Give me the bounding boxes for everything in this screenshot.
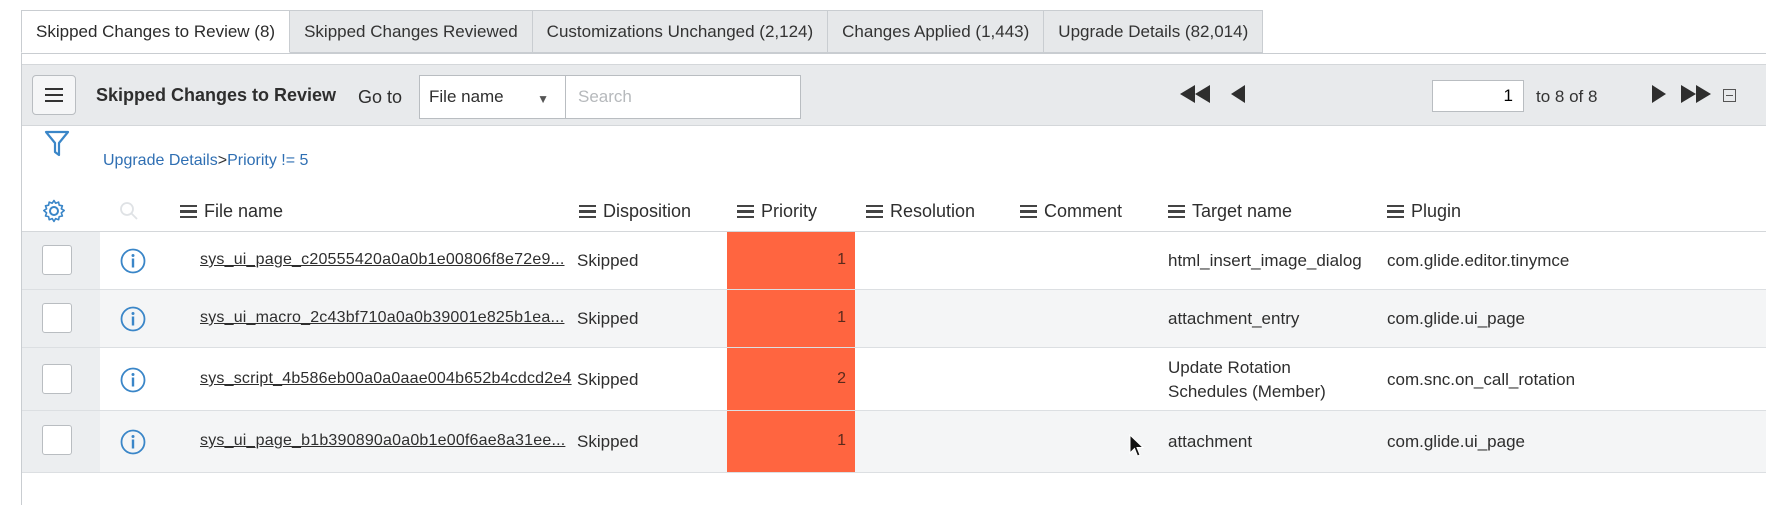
breadcrumb-upgrade-details[interactable]: Upgrade Details xyxy=(103,152,218,169)
disposition-cell: Skipped xyxy=(577,251,639,270)
table-row[interactable]: sys_ui_page_b1b390890a0a0b1e00f6ae8a31ee… xyxy=(22,411,1766,473)
gear-icon[interactable] xyxy=(42,199,66,223)
column-label: Comment xyxy=(1044,201,1123,221)
column-header-priority[interactable]: Priority xyxy=(737,201,817,222)
file-name-link[interactable]: sys_ui_macro_2c43bf710a0a0b39001e825b1ea… xyxy=(200,309,564,327)
tab-upgrade-details[interactable]: Upgrade Details (82,014) xyxy=(1044,10,1264,53)
column-header-plugin[interactable]: Plugin xyxy=(1387,201,1461,222)
priority-cell: 2 xyxy=(727,348,855,410)
column-header-resolution[interactable]: Resolution xyxy=(866,201,975,222)
row-checkbox[interactable] xyxy=(42,425,72,455)
goto-field-select[interactable]: File name ▼ xyxy=(419,75,566,119)
info-icon[interactable] xyxy=(120,367,146,393)
priority-cell: 1 xyxy=(727,290,855,347)
tab-changes-applied[interactable]: Changes Applied (1,443) xyxy=(828,10,1045,53)
file-name-link[interactable]: sys_ui_page_b1b390890a0a0b1e00f6ae8a31ee… xyxy=(200,432,565,450)
info-icon[interactable] xyxy=(120,306,146,332)
priority-cell: 1 xyxy=(727,411,855,472)
column-header-file-name[interactable]: File name xyxy=(180,201,283,222)
column-label: Plugin xyxy=(1411,201,1462,221)
target-name-line: attachment_entry xyxy=(1168,309,1300,328)
tab-skipped-changes-to-review[interactable]: Skipped Changes to Review (8) xyxy=(21,10,291,53)
priority-cell: 1 xyxy=(727,232,855,289)
list-title: Skipped Changes to Review xyxy=(96,85,337,105)
column-menu-icon[interactable] xyxy=(1387,204,1404,219)
column-label: Resolution xyxy=(890,201,976,221)
target-name-line: html_insert_image_dialog xyxy=(1168,251,1362,270)
collapse-icon[interactable] xyxy=(1723,89,1736,102)
column-menu-icon[interactable] xyxy=(579,204,596,219)
cursor-icon xyxy=(1129,434,1145,457)
disposition-cell: Skipped xyxy=(577,432,639,451)
target-name-line: Schedules (Member) xyxy=(1168,382,1326,401)
search-icon[interactable] xyxy=(119,201,139,221)
tab-bar: Skipped Changes to Review (8) Skipped Ch… xyxy=(21,10,1264,53)
column-label: Priority xyxy=(761,201,818,221)
list-panel: Skipped Changes to Review Go to File nam… xyxy=(21,53,1766,505)
target-name-line: Update Rotation xyxy=(1168,358,1291,377)
column-header-disposition[interactable]: Disposition xyxy=(579,201,691,222)
prev-page-icon[interactable] xyxy=(1230,85,1246,103)
plugin-cell: com.glide.editor.tinymce xyxy=(1387,251,1570,270)
menu-icon[interactable] xyxy=(32,75,76,115)
column-menu-icon[interactable] xyxy=(1168,204,1185,219)
disposition-cell: Skipped xyxy=(577,309,639,328)
column-header-target-name[interactable]: Target name xyxy=(1168,201,1292,222)
file-name-link[interactable]: sys_ui_page_c20555420a0a0b1e00806f8e72e9… xyxy=(200,251,564,269)
row-checkbox[interactable] xyxy=(42,364,72,394)
caret-down-icon: ▼ xyxy=(537,92,549,106)
filter-icon[interactable] xyxy=(44,129,70,159)
breadcrumb-priority-filter[interactable]: Priority != 5 xyxy=(227,152,308,169)
table-row[interactable]: sys_script_4b586eb00a0a0aae004b652b4cdcd… xyxy=(22,348,1766,411)
info-icon[interactable] xyxy=(120,429,146,455)
column-label: Target name xyxy=(1192,201,1293,221)
page-number-input[interactable] xyxy=(1432,80,1524,112)
column-menu-icon[interactable] xyxy=(866,204,883,219)
table-row[interactable]: sys_ui_macro_2c43bf710a0a0b39001e825b1ea… xyxy=(22,290,1766,348)
target-name-cell: html_insert_image_dialog xyxy=(1168,249,1362,273)
goto-label: Go to xyxy=(358,87,403,107)
target-name-line: attachment xyxy=(1168,432,1253,451)
row-checkbox[interactable] xyxy=(42,245,72,275)
search-input[interactable] xyxy=(565,75,801,119)
tab-customizations-unchanged[interactable]: Customizations Unchanged (2,124) xyxy=(532,10,829,53)
column-label: Disposition xyxy=(603,201,692,221)
disposition-cell: Skipped xyxy=(577,370,639,389)
page-range-text: to 8 of 8 xyxy=(1536,87,1598,106)
target-name-cell: Update Rotation Schedules (Member) xyxy=(1168,356,1326,404)
list-toolbar: Skipped Changes to Review Go to File nam… xyxy=(22,64,1766,126)
column-menu-icon[interactable] xyxy=(1020,204,1037,219)
next-page-icon[interactable] xyxy=(1651,85,1667,103)
target-name-cell: attachment xyxy=(1168,430,1252,454)
file-name-link[interactable]: sys_script_4b586eb00a0a0aae004b652b4cdcd… xyxy=(200,370,572,388)
table-row[interactable]: sys_ui_page_c20555420a0a0b1e00806f8e72e9… xyxy=(22,232,1766,290)
table-header: File name Disposition Priority Resolutio… xyxy=(22,190,1766,232)
plugin-cell: com.glide.ui_page xyxy=(1387,432,1525,451)
column-label: File name xyxy=(204,201,284,221)
info-icon[interactable] xyxy=(120,248,146,274)
row-checkbox[interactable] xyxy=(42,303,72,333)
breadcrumb: Upgrade Details>Priority != 5 xyxy=(103,152,308,170)
target-name-cell: attachment_entry xyxy=(1168,307,1299,331)
first-page-icon[interactable] xyxy=(1179,85,1211,103)
tab-skipped-changes-reviewed[interactable]: Skipped Changes Reviewed xyxy=(290,10,533,53)
column-header-comment[interactable]: Comment xyxy=(1020,201,1122,222)
breadcrumb-separator: > xyxy=(217,152,228,169)
plugin-cell: com.snc.on_call_rotation xyxy=(1387,370,1576,389)
column-menu-icon[interactable] xyxy=(737,204,754,219)
plugin-cell: com.glide.ui_page xyxy=(1387,309,1525,328)
last-page-icon[interactable] xyxy=(1680,85,1712,103)
goto-field-value: File name xyxy=(429,87,504,106)
column-menu-icon[interactable] xyxy=(180,204,197,219)
